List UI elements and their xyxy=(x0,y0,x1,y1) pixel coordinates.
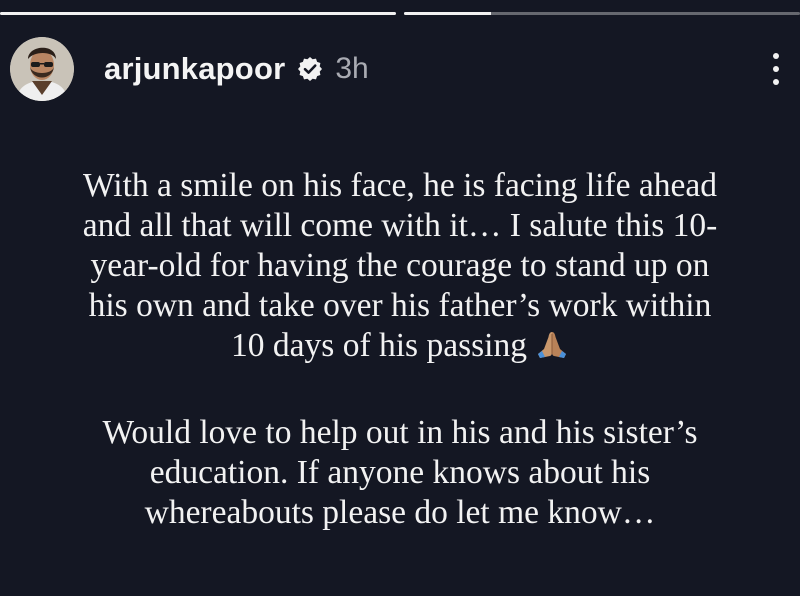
caption-paragraph-2: Would love to help out in his and his si… xyxy=(30,413,770,533)
caption-line: year-old for having the courage to stand… xyxy=(90,247,710,284)
story-caption: With a smile on his face, he is facing l… xyxy=(30,166,770,533)
caption-line: Would love to help out in his and his si… xyxy=(102,414,698,451)
avatar[interactable] xyxy=(10,37,74,101)
caption-line: whereabouts please do let me know… xyxy=(144,494,656,531)
caption-line: his own and take over his father’s work … xyxy=(88,287,712,324)
caption-line-text: 10 days of his passing xyxy=(231,327,527,364)
caption-line: education. If anyone knows about his xyxy=(149,454,651,491)
story-timestamp: 3h xyxy=(335,52,369,85)
avatar-image xyxy=(10,37,74,101)
caption-line: and all that will come with it… I salute… xyxy=(82,207,718,244)
progress-fill-1 xyxy=(0,12,396,15)
more-dot xyxy=(773,53,779,59)
username[interactable]: arjunkapoor xyxy=(104,51,285,87)
progress-segment-2 xyxy=(404,12,800,15)
caption-line-last: 10 days of his passing xyxy=(30,326,770,370)
story-header: arjunkapoor 3h xyxy=(10,34,786,104)
instagram-story[interactable]: arjunkapoor 3h With a smile on his face,… xyxy=(0,0,800,596)
caption-line: With a smile on his face, he is facing l… xyxy=(83,167,717,204)
more-dot xyxy=(773,66,779,72)
more-options-icon[interactable] xyxy=(766,49,786,89)
progress-segment-1 xyxy=(0,12,396,15)
more-dot xyxy=(773,79,779,85)
progress-fill-2 xyxy=(404,12,492,15)
verified-badge-icon xyxy=(297,56,323,82)
caption-paragraph-1: With a smile on his face, he is facing l… xyxy=(30,166,770,370)
folded-hands-icon xyxy=(535,330,569,370)
story-progress-bar xyxy=(0,12,800,15)
